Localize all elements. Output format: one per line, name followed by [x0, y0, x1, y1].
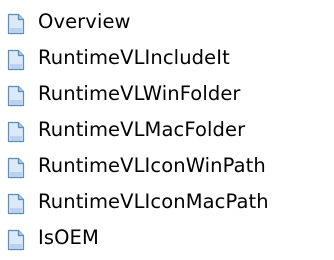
topic-label: RuntimeVLMacFolder [38, 118, 246, 141]
document-page-icon [6, 85, 26, 107]
topic-item-runtimevlmacfolder[interactable]: RuntimeVLMacFolder [6, 112, 269, 148]
topic-item-runtimevliconwinpath[interactable]: RuntimeVLIconWinPath [6, 148, 269, 184]
document-page-icon [6, 49, 26, 71]
document-page-icon [6, 13, 26, 35]
topic-label: IsOEM [38, 226, 99, 249]
topic-label: RuntimeVLIconWinPath [38, 154, 266, 177]
topic-item-runtimevlincludeit[interactable]: RuntimeVLIncludeIt [6, 40, 269, 76]
document-page-icon [6, 157, 26, 179]
topic-item-runtimevliconmacpath[interactable]: RuntimeVLIconMacPath [6, 184, 269, 220]
document-page-icon [6, 121, 26, 143]
topic-label: RuntimeVLWinFolder [38, 82, 241, 105]
topic-label: RuntimeVLIncludeIt [38, 46, 230, 69]
topic-label: Overview [38, 10, 131, 33]
topic-item-runtimevlwinfolder[interactable]: RuntimeVLWinFolder [6, 76, 269, 112]
topic-item-isoem[interactable]: IsOEM [6, 220, 269, 256]
topic-label: RuntimeVLIconMacPath [38, 190, 269, 213]
topic-list: Overview RuntimeVLIncludeIt RuntimeVLWin… [6, 4, 269, 256]
topic-item-overview[interactable]: Overview [6, 4, 269, 40]
document-page-icon [6, 193, 26, 215]
document-page-icon [6, 229, 26, 251]
